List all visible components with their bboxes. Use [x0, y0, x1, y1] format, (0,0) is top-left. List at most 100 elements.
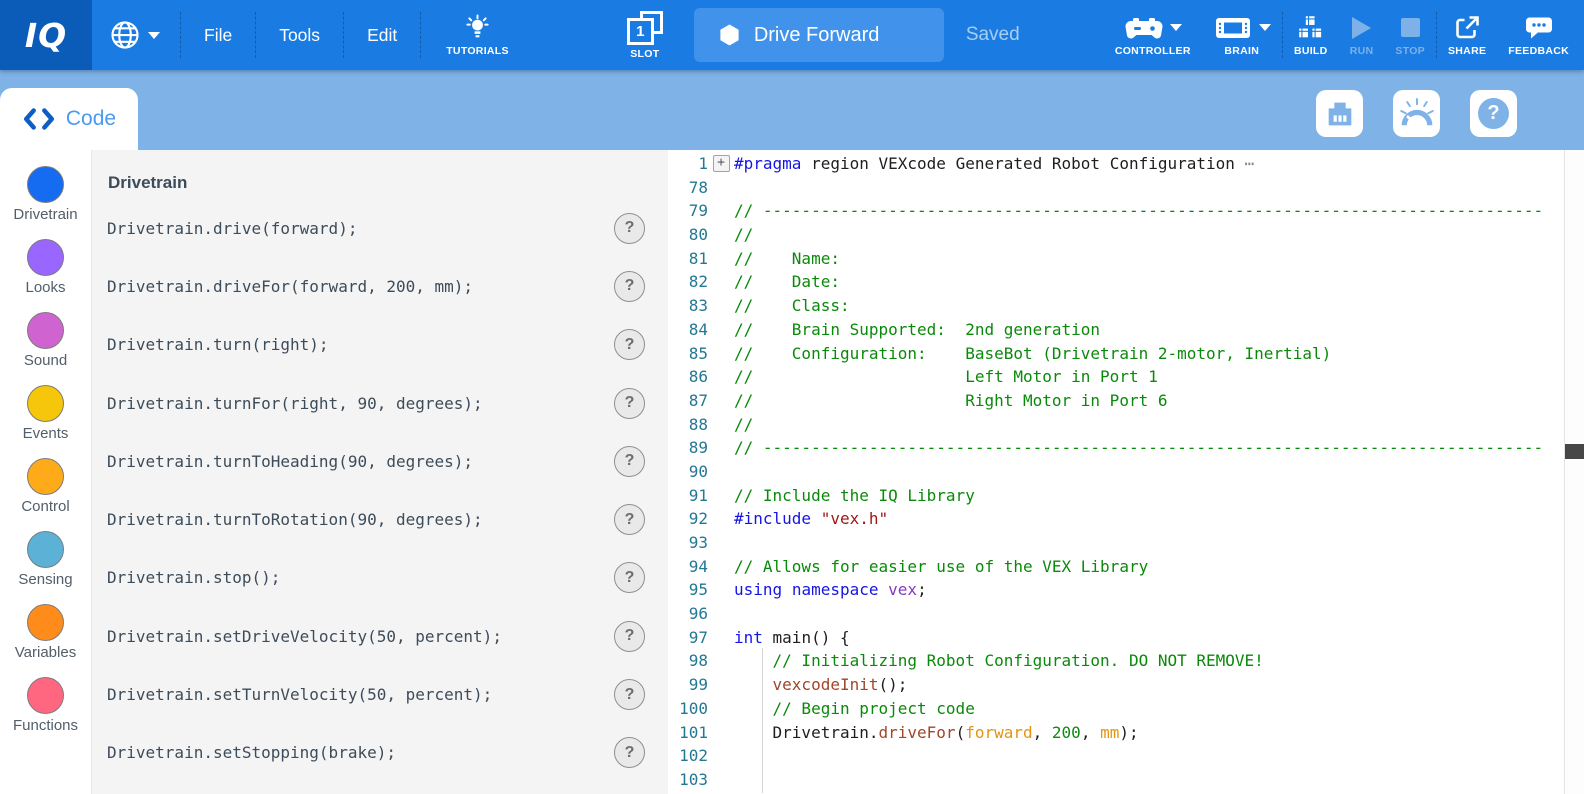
code-line[interactable]: 79// -----------------------------------…: [668, 199, 1584, 223]
code-line[interactable]: 99 vexcodeInit();: [668, 673, 1584, 697]
command-help-button[interactable]: ?: [614, 737, 645, 768]
command-text[interactable]: Drivetrain.setDriveVelocity(50, percent)…: [107, 627, 502, 646]
command-row[interactable]: Drivetrain.driveFor(forward, 200, mm);?: [107, 257, 654, 315]
category-color-dot[interactable]: [27, 677, 64, 714]
command-row[interactable]: Drivetrain.setTurnVelocity(50, percent);…: [107, 665, 654, 723]
feedback-button[interactable]: FEEDBACK: [1497, 14, 1580, 57]
command-help-button[interactable]: ?: [614, 504, 645, 535]
command-row[interactable]: Drivetrain.turnToHeading(90, degrees);?: [107, 432, 654, 490]
category-color-dot[interactable]: [27, 531, 64, 568]
slot-selector[interactable]: 1 SLOT: [616, 11, 674, 60]
tutorials-button[interactable]: TUTORIALS: [435, 14, 520, 57]
command-text[interactable]: Drivetrain.turnToHeading(90, degrees);: [107, 452, 473, 471]
command-help-button[interactable]: ?: [614, 446, 645, 477]
menu-tools[interactable]: Tools: [256, 25, 343, 46]
code-line[interactable]: 84// Brain Supported: 2nd generation: [668, 318, 1584, 342]
command-help-button[interactable]: ?: [614, 213, 645, 244]
code-line[interactable]: 88//: [668, 413, 1584, 437]
code-line[interactable]: 101 Drivetrain.driveFor(forward, 200, mm…: [668, 721, 1584, 745]
code-line[interactable]: 85// Configuration: BaseBot (Drivetrain …: [668, 342, 1584, 366]
editor-scrollbar-thumb[interactable]: [1565, 444, 1584, 459]
command-row[interactable]: Drivetrain.stop();?: [107, 549, 654, 607]
code-line[interactable]: 103: [668, 768, 1584, 792]
command-text[interactable]: Drivetrain.setStopping(brake);: [107, 743, 396, 762]
stop-button[interactable]: STOP: [1384, 14, 1436, 57]
command-text[interactable]: Drivetrain.turnFor(right, 90, degrees);: [107, 394, 483, 413]
command-help-button[interactable]: ?: [614, 329, 645, 360]
sidebar-item-sensing[interactable]: Sensing: [0, 531, 91, 588]
sidebar-item-looks[interactable]: Looks: [0, 239, 91, 296]
code-line[interactable]: 102: [668, 744, 1584, 768]
code-line[interactable]: 95using namespace vex;: [668, 578, 1584, 602]
command-text[interactable]: Drivetrain.setTurnVelocity(50, percent);: [107, 685, 492, 704]
code-line[interactable]: 94// Allows for easier use of the VEX Li…: [668, 555, 1584, 579]
sidebar-item-drivetrain[interactable]: Drivetrain: [0, 166, 91, 223]
command-help-button[interactable]: ?: [614, 388, 645, 419]
sidebar-item-events[interactable]: Events: [0, 385, 91, 442]
build-button[interactable]: BUILD: [1283, 14, 1339, 57]
code-line[interactable]: 80//: [668, 223, 1584, 247]
sidebar-item-control[interactable]: Control: [0, 458, 91, 515]
chevron-down-icon: [1170, 24, 1182, 31]
command-help-button[interactable]: ?: [614, 621, 645, 652]
command-help-button[interactable]: ?: [614, 271, 645, 302]
code-line[interactable]: 78: [668, 176, 1584, 200]
line-number: 100: [668, 697, 708, 721]
category-color-dot[interactable]: [27, 458, 64, 495]
code-line[interactable]: 92#include "vex.h": [668, 507, 1584, 531]
sidebar-item-functions[interactable]: Functions: [0, 677, 91, 734]
command-text[interactable]: Drivetrain.driveFor(forward, 200, mm);: [107, 277, 473, 296]
controller-button[interactable]: CONTROLLER: [1104, 14, 1202, 57]
command-help-button[interactable]: ?: [614, 562, 645, 593]
dashboard-button[interactable]: [1393, 90, 1440, 137]
editor-scrollbar-track[interactable]: [1564, 150, 1584, 794]
device-info-button[interactable]: [1316, 90, 1363, 137]
menu-file[interactable]: File: [181, 25, 255, 46]
command-text[interactable]: Drivetrain.stop();: [107, 568, 280, 587]
sidebar-item-variables[interactable]: Variables: [0, 604, 91, 661]
category-color-dot[interactable]: [27, 166, 64, 203]
code-line[interactable]: 91// Include the IQ Library: [668, 484, 1584, 508]
code-line[interactable]: 89// -----------------------------------…: [668, 436, 1584, 460]
command-row[interactable]: Drivetrain.drive(forward);?: [107, 199, 654, 257]
tab-code[interactable]: Code: [0, 88, 138, 150]
fold-toggle-icon[interactable]: +: [713, 155, 730, 172]
code-line[interactable]: 81// Name:: [668, 247, 1584, 271]
category-color-dot[interactable]: [27, 312, 64, 349]
globe-icon: [110, 20, 140, 50]
brain-button[interactable]: BRAIN: [1202, 14, 1282, 57]
code-line[interactable]: 87// Right Motor in Port 6: [668, 389, 1584, 413]
command-row[interactable]: Drivetrain.turnToRotation(90, degrees);?: [107, 490, 654, 548]
code-line[interactable]: 100 // Begin project code: [668, 697, 1584, 721]
code-line[interactable]: 90: [668, 460, 1584, 484]
project-name-button[interactable]: Drive Forward: [694, 8, 944, 62]
sidebar-item-sound[interactable]: Sound: [0, 312, 91, 369]
code-line[interactable]: 97int main() {: [668, 626, 1584, 650]
code-line[interactable]: 86// Left Motor in Port 1: [668, 365, 1584, 389]
editor-tool-buttons: ?: [1316, 90, 1517, 137]
command-row[interactable]: Drivetrain.setDriveVelocity(50, percent)…: [107, 607, 654, 665]
category-color-dot[interactable]: [27, 239, 64, 276]
command-text[interactable]: Drivetrain.turn(right);: [107, 335, 329, 354]
command-help-button[interactable]: ?: [614, 679, 645, 710]
run-button[interactable]: RUN: [1339, 14, 1385, 57]
code-line[interactable]: 82// Date:: [668, 270, 1584, 294]
line-number: 99: [668, 673, 708, 697]
code-line[interactable]: 96: [668, 602, 1584, 626]
command-row[interactable]: Drivetrain.setStopping(brake);?: [107, 724, 654, 782]
code-editor[interactable]: 1+#pragma region VEXcode Generated Robot…: [668, 150, 1584, 794]
menu-edit[interactable]: Edit: [344, 25, 420, 46]
category-color-dot[interactable]: [27, 385, 64, 422]
command-row[interactable]: Drivetrain.turnFor(right, 90, degrees);?: [107, 374, 654, 432]
code-line[interactable]: 1+#pragma region VEXcode Generated Robot…: [668, 152, 1584, 176]
command-text[interactable]: Drivetrain.drive(forward);: [107, 219, 357, 238]
command-text[interactable]: Drivetrain.turnToRotation(90, degrees);: [107, 510, 483, 529]
language-menu[interactable]: [110, 20, 160, 50]
share-button[interactable]: SHARE: [1437, 14, 1497, 57]
help-button[interactable]: ?: [1470, 90, 1517, 137]
category-color-dot[interactable]: [27, 604, 64, 641]
code-line[interactable]: 83// Class:: [668, 294, 1584, 318]
code-line[interactable]: 98 // Initializing Robot Configuration. …: [668, 649, 1584, 673]
code-line[interactable]: 93: [668, 531, 1584, 555]
command-row[interactable]: Drivetrain.turn(right);?: [107, 316, 654, 374]
